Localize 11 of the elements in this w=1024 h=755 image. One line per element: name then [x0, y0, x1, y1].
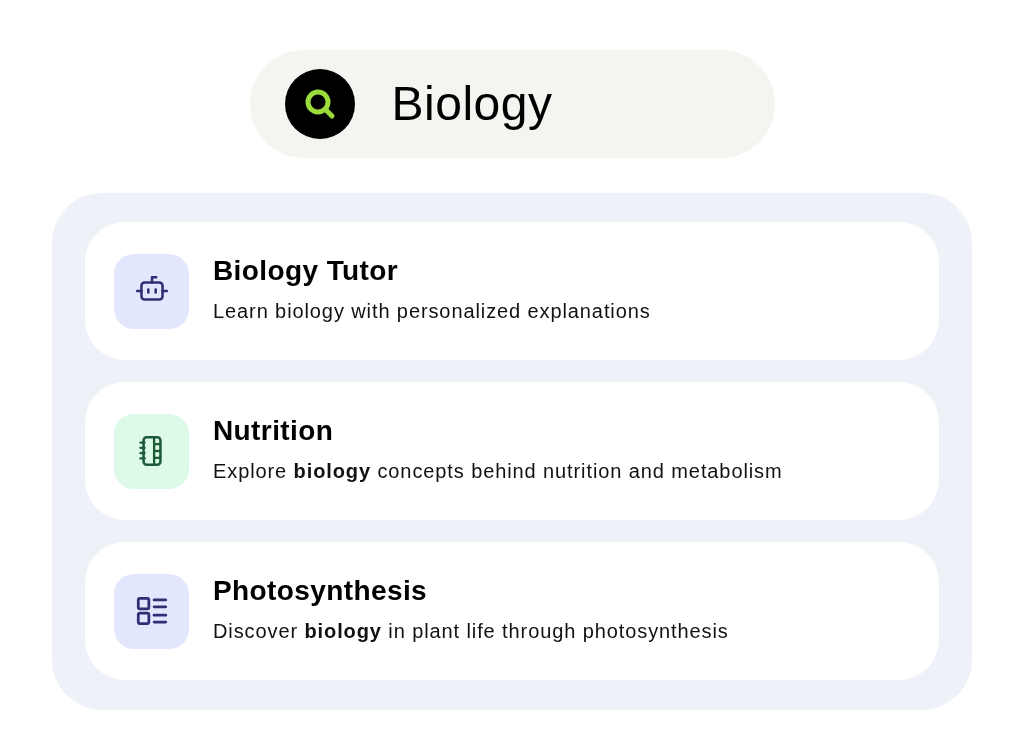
result-title: Nutrition [213, 414, 334, 448]
result-title: Photosynthesis [213, 574, 428, 608]
result-card[interactable]: Nutrition Explore biology concepts behind nutrition and metabolism [85, 382, 939, 520]
result-description: Discover biology in plant life through photosynthesis [213, 619, 729, 644]
result-description: Explore biology concepts behind nutrition and metabolism [213, 459, 783, 484]
search-icon [284, 69, 355, 139]
search-field[interactable]: Biology [249, 50, 775, 158]
result-card[interactable]: Photosynthesis Discover biology in plant life through photosynthesis [85, 542, 939, 680]
result-title: Biology Tutor [213, 254, 399, 288]
result-card[interactable]: Biology Tutor Learn biology with personalized explanations [85, 222, 939, 360]
result-description: Learn biology with personalized explanations [213, 299, 651, 324]
